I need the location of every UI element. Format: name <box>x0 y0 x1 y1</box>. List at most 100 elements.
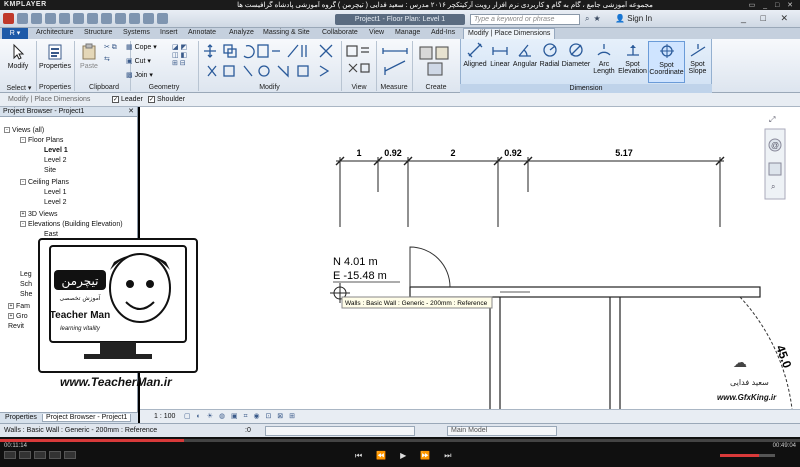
tab-collaborate[interactable]: Collaborate <box>322 29 358 36</box>
forward-icon[interactable]: ⏩ <box>420 451 430 461</box>
create-tools-icons[interactable] <box>418 43 454 79</box>
browser-item-sch[interactable]: Sch <box>20 281 32 288</box>
spot-slope-dimension-button[interactable]: Spot Slope <box>685 41 710 83</box>
browser-item-level-1[interactable]: Level 1 <box>44 189 67 196</box>
browser-item-elevations-building-elevation-[interactable]: - Elevations (Building Elevation) <box>20 221 123 228</box>
tab-analyze[interactable]: Analyze <box>229 29 254 36</box>
dimension-value-3[interactable]: 2 <box>450 148 455 158</box>
dimension-value-1[interactable]: 1 <box>356 148 361 158</box>
spot-elevation-dimension-button[interactable]: Spot Elevation <box>617 41 648 83</box>
cut-button[interactable]: ▣ Cut ▾ <box>126 57 151 65</box>
tab-add-ins[interactable]: Add-Ins <box>431 29 455 36</box>
revit-app-icon[interactable] <box>3 13 14 24</box>
undo-icon[interactable] <box>45 13 56 24</box>
expand-icon[interactable]: + <box>8 313 14 320</box>
help-search-input[interactable]: Type a keyword or phrase <box>470 14 580 25</box>
collapse-icon[interactable]: - <box>4 127 10 134</box>
dimension-value-2[interactable]: 0.92 <box>384 148 402 158</box>
main-model-select[interactable]: Main Model <box>447 426 557 436</box>
workset-field[interactable] <box>265 426 415 436</box>
browser-item-floor-plans[interactable]: - Floor Plans <box>20 137 63 144</box>
collapse-icon[interactable]: - <box>20 221 26 228</box>
modify-tools-icons[interactable] <box>202 42 342 82</box>
browser-item-east[interactable]: East <box>44 231 58 238</box>
properties-button[interactable]: Properties <box>38 43 72 70</box>
paste-button[interactable]: Paste <box>78 43 100 70</box>
rewind-icon[interactable]: ⏪ <box>376 451 386 461</box>
copy-cut-icons[interactable]: ✂ ⧉ <box>104 43 117 52</box>
settings-icon[interactable] <box>34 451 46 459</box>
previous-icon[interactable]: ⏮ <box>355 451 362 461</box>
tab-massing-site[interactable]: Massing & Site <box>263 29 310 36</box>
close-icon[interactable]: ✕ <box>128 107 134 117</box>
tab-modify-place-dimensions[interactable]: Modify | Place Dimensions <box>463 28 556 39</box>
playlist-icon[interactable] <box>19 451 31 459</box>
view-scale[interactable]: 1 : 100 <box>154 413 175 420</box>
redo-icon[interactable] <box>59 13 70 24</box>
tab-structure[interactable]: Structure <box>84 29 112 36</box>
text-icon[interactable] <box>115 13 126 24</box>
measure-icon[interactable] <box>87 13 98 24</box>
browser-item-3d-views[interactable]: +3D Views <box>20 211 57 218</box>
tab-properties[interactable]: Properties <box>2 414 40 421</box>
browser-item-level-2[interactable]: Level 2 <box>44 199 67 206</box>
browser-item-site[interactable]: Site <box>44 167 56 174</box>
player-mode-buttons[interactable] <box>4 451 76 459</box>
linear-dimension-button[interactable]: Linear <box>488 41 512 83</box>
tab-insert[interactable]: Insert <box>160 29 178 36</box>
drawing-area[interactable]: 1 0.92 2 0.92 5.17 N 4.01 m E -15.48 m W… <box>140 107 800 410</box>
vr-icon[interactable] <box>64 451 76 459</box>
select-panel-label[interactable]: Select ▾ <box>4 84 34 92</box>
annotate-icon[interactable] <box>101 13 112 24</box>
aligned-dimension-button[interactable]: Aligned <box>462 41 488 83</box>
tab-manage[interactable]: Manage <box>395 29 420 36</box>
join-button[interactable]: ▩ Join ▾ <box>126 71 153 79</box>
leader-checkbox[interactable]: ✓ Leader <box>112 96 143 103</box>
close-hidden-icon[interactable] <box>157 13 168 24</box>
tab-project-browser[interactable]: Project Browser - Project1 <box>42 414 132 422</box>
floor-plan-drawing[interactable]: 1 0.92 2 0.92 5.17 N 4.01 m E -15.48 m W… <box>140 107 800 410</box>
diameter-dimension-button[interactable]: Diameter <box>561 41 591 83</box>
next-icon[interactable]: ⏭ <box>444 451 451 461</box>
file-tab[interactable]: R ▾ <box>2 28 28 39</box>
collapse-icon[interactable]: - <box>20 137 26 144</box>
star-icon[interactable]: ★ <box>593 14 600 24</box>
radial-dimension-button[interactable]: Radial <box>538 41 561 83</box>
arc-length-dimension-button[interactable]: Arc Length <box>591 41 617 83</box>
steering-wheel-icon[interactable]: ⤢ <box>768 115 775 124</box>
measure-tools-icons[interactable] <box>381 47 409 77</box>
navigation-bar[interactable]: @ ⌕ <box>764 128 786 200</box>
expand-icon[interactable]: + <box>20 211 26 218</box>
3d-view-icon[interactable] <box>129 13 140 24</box>
shoulder-checkbox[interactable]: ✓ Shoulder <box>148 96 185 103</box>
browser-item-ceiling-plans[interactable]: - Ceiling Plans <box>20 179 69 186</box>
view-tools-icons[interactable] <box>345 44 373 78</box>
play-icon[interactable]: ▶ <box>400 451 406 461</box>
open-icon[interactable] <box>17 13 28 24</box>
cope-button[interactable]: ▦ Cope ▾ <box>126 43 157 51</box>
capture-icon[interactable] <box>49 451 61 459</box>
seek-bar[interactable] <box>0 439 800 442</box>
3d-mode-icon[interactable] <box>4 451 16 459</box>
match-type-icon[interactable]: ⇆ <box>104 55 110 63</box>
spot-coordinate-dimension-button[interactable]: Spot Coordinate <box>648 41 685 83</box>
geometry-tool-icons[interactable]: ◪ ◩ ◫ ◧ ⊞ ⊟ <box>172 43 187 67</box>
browser-item-gro[interactable]: + Gro <box>8 313 28 320</box>
binoculars-icon[interactable]: ⌕ <box>585 14 589 24</box>
save-icon[interactable] <box>31 13 42 24</box>
dimension-value-5[interactable]: 5.17 <box>615 148 633 158</box>
browser-item-she[interactable]: She <box>20 291 32 298</box>
volume-slider[interactable] <box>720 454 775 457</box>
browser-item-views-all-[interactable]: - Views (all) <box>4 127 44 134</box>
player-window-buttons[interactable]: ▭ _ □ ✕ <box>749 1 796 9</box>
dimension-value-4[interactable]: 0.92 <box>504 148 522 158</box>
tab-view[interactable]: View <box>369 29 384 36</box>
sign-in-button[interactable]: 👤 Sign In <box>615 14 652 23</box>
modify-button[interactable]: Modify <box>4 43 32 70</box>
print-icon[interactable] <box>73 13 84 24</box>
revit-window-buttons[interactable]: _ □ ✕ <box>741 13 794 24</box>
browser-item-fam[interactable]: + Fam <box>8 303 30 310</box>
tab-systems[interactable]: Systems <box>123 29 150 36</box>
expand-icon[interactable]: + <box>8 303 14 310</box>
tab-annotate[interactable]: Annotate <box>188 29 216 36</box>
